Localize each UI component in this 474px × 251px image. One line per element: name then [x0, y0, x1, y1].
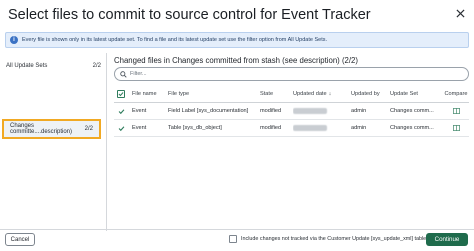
update-sets-panel: All Update Sets 2/2 Changes committe....… — [0, 53, 107, 231]
state-cell: modified — [260, 125, 282, 131]
update-set-label: All Update Sets — [6, 63, 48, 69]
sort-desc-icon: ↓ — [328, 90, 332, 97]
row-select-cell — [115, 120, 127, 136]
update-set-count: 2/2 — [92, 63, 101, 69]
info-banner-text: Every file is shown only in its latest u… — [22, 37, 328, 43]
header-file-type[interactable]: File type — [168, 85, 258, 102]
compare-icon[interactable] — [452, 125, 460, 131]
update-set-item-changes-committed[interactable]: Changes committe....description) 2/2 — [2, 119, 101, 139]
row-checkbox[interactable] — [117, 107, 126, 116]
search-icon — [120, 70, 127, 78]
checkmark-icon — [118, 91, 124, 96]
select-all-cell — [115, 85, 127, 102]
header-updated-date-label: Updated date — [293, 90, 327, 97]
update-set-item-all[interactable]: All Update Sets 2/2 — [0, 57, 107, 75]
table-row[interactable]: Event Table [sys_db_object] modified adm… — [114, 120, 469, 137]
file-name-cell: Event — [132, 108, 147, 114]
cancel-button[interactable]: Cancel — [5, 233, 35, 246]
row-checkbox[interactable] — [117, 124, 126, 133]
close-icon — [455, 8, 465, 18]
header-updated-date[interactable]: Updated date ↓ — [293, 85, 348, 102]
update-set-cell: Changes comm... — [390, 125, 434, 131]
updated-by-cell: admin — [351, 125, 367, 131]
header-update-set[interactable]: Update Set — [390, 85, 445, 102]
changed-files-title: Changed files in Changes committed from … — [114, 56, 358, 65]
include-untracked-label: Include changes not tracked via the Cust… — [241, 236, 427, 242]
file-type-cell: Table [sys_db_object] — [168, 125, 222, 131]
changed-files-panel: Changed files in Changes committed from … — [110, 53, 470, 231]
updated-date-cell — [293, 120, 348, 136]
checkmark-icon — [118, 108, 124, 114]
close-button[interactable] — [452, 5, 468, 21]
redacted-date — [293, 108, 327, 114]
include-untracked-checkbox[interactable] — [229, 235, 237, 243]
select-all-checkbox[interactable] — [117, 89, 125, 98]
header-state[interactable]: State — [260, 85, 288, 102]
header-compare: Compare — [444, 90, 468, 97]
updated-by-cell: admin — [351, 108, 367, 114]
filter-box[interactable] — [114, 67, 469, 81]
row-select-cell — [115, 103, 127, 119]
file-name-cell: Event — [132, 125, 147, 131]
continue-button[interactable]: Continue — [426, 233, 468, 246]
header-updated-by[interactable]: Updated by — [351, 85, 387, 102]
filter-input[interactable] — [130, 71, 450, 77]
state-cell: modified — [260, 108, 282, 114]
checkmark-icon — [118, 125, 124, 131]
update-set-cell: Changes comm... — [390, 108, 434, 114]
table-row[interactable]: Event Field Label [sys_documentation] mo… — [114, 103, 469, 120]
file-type-cell: Field Label [sys_documentation] — [168, 108, 249, 114]
include-untracked-option[interactable]: Include changes not tracked via the Cust… — [229, 235, 426, 243]
table-header-row: File name File type State Updated date ↓… — [114, 85, 469, 103]
updated-date-cell — [293, 103, 348, 119]
dialog-title: Select files to commit to source control… — [8, 7, 371, 23]
redacted-date — [293, 125, 327, 131]
footer-divider — [0, 229, 474, 230]
compare-icon[interactable] — [452, 108, 460, 114]
info-banner: i Every file is shown only in its latest… — [5, 32, 469, 48]
compare-cell — [444, 103, 468, 119]
update-set-count: 2/2 — [84, 126, 93, 132]
info-icon: i — [10, 36, 18, 44]
header-file-name[interactable]: File name — [132, 85, 162, 102]
update-set-label: Changes committe....description) — [10, 123, 73, 135]
changed-files-table: File name File type State Updated date ↓… — [114, 85, 469, 137]
compare-cell — [444, 120, 468, 136]
